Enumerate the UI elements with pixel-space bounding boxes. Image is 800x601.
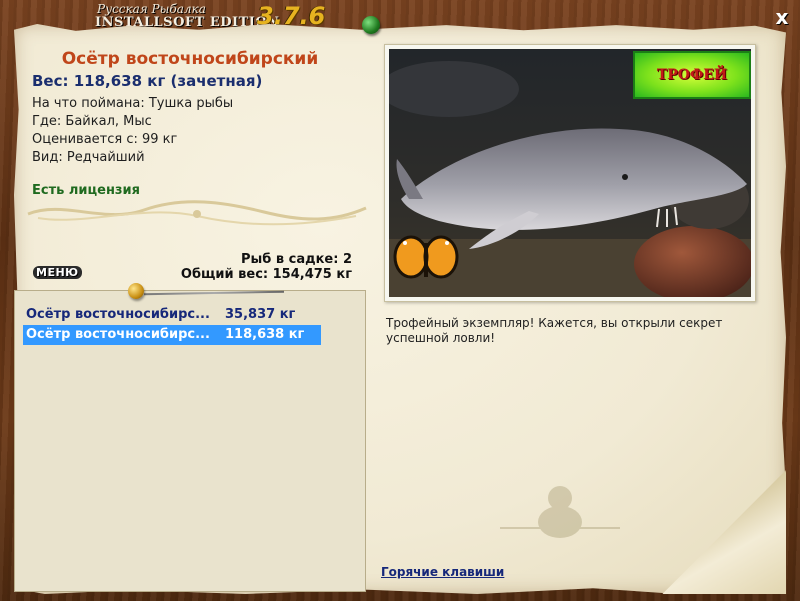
- cage-row[interactable]: Осётр восточносибирс... 35,837 кг: [23, 305, 321, 325]
- green-pin-icon: [362, 16, 380, 34]
- fish-info: На что поймана: Тушка рыбы Где: Байкал, …: [32, 95, 233, 167]
- trophy-badge: ТРОФЕЙ: [633, 51, 751, 99]
- cage-list: Осётр восточносибирс... 35,837 кг Осётр …: [14, 290, 366, 592]
- cage-summary: Рыб в садке: 2 Общий вес: 154,475 кг: [150, 252, 352, 282]
- trophy-badge-label: ТРОФЕЙ: [656, 67, 728, 83]
- fish-weight: Вес: 118,638 кг (зачетная): [32, 72, 263, 90]
- close-button[interactable]: x: [772, 6, 792, 28]
- total-weight: Общий вес: 154,475 кг: [180, 267, 352, 282]
- cage-row-weight: 118,638 кг: [225, 327, 305, 342]
- fish-bait: На что поймана: Тушка рыбы: [32, 96, 234, 111]
- cage-row-selected[interactable]: Осётр восточносибирс... 118,638 кг: [23, 325, 321, 345]
- cage-row-weight: 35,837 кг: [225, 307, 296, 322]
- fish-title: Осётр восточносибирский: [61, 49, 319, 69]
- ornament-divider: [27, 200, 367, 226]
- hotkeys-link[interactable]: Горячие клавиши: [381, 565, 504, 579]
- close-icon: x: [775, 5, 789, 29]
- fish-count: Рыб в садке: 2: [240, 252, 352, 267]
- fisherman-emblem-icon: [500, 486, 620, 538]
- photo-frame: ТРОФЕЙ: [384, 44, 756, 302]
- catch-description: Трофейный экземпляр! Кажется, вы открыли…: [386, 316, 723, 345]
- cage-row-name: Осётр восточносибирс...: [26, 307, 210, 322]
- logo-subtitle: Русская Рыбалка: [97, 2, 206, 16]
- fish-kind: Вид: Редчайший: [32, 150, 145, 165]
- cage-row-name: Осётр восточносибирс...: [26, 327, 210, 342]
- fish-rated: Оценивается с: 99 кг: [32, 132, 178, 147]
- menu-button[interactable]: МЕНЮ: [33, 266, 82, 279]
- fish-location: Где: Байкал, Мыс: [32, 114, 152, 129]
- gold-pin-icon: [128, 283, 144, 299]
